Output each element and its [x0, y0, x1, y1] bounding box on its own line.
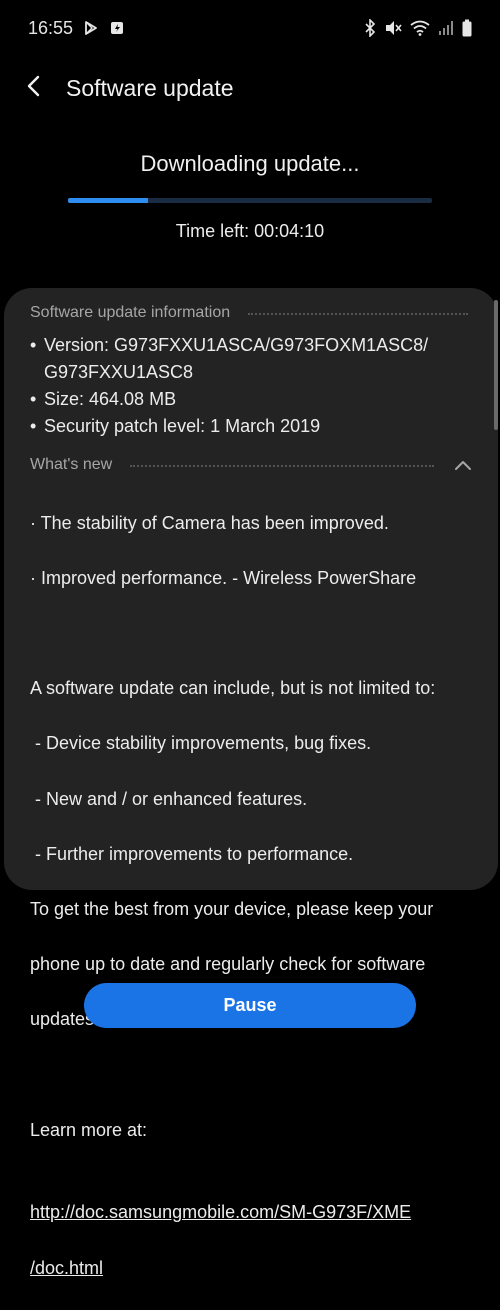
- pause-button[interactable]: Pause: [84, 983, 416, 1028]
- version-item: Version: G973FXXU1ASCA/G973FOXM1ASC8/ G9…: [30, 332, 472, 386]
- download-app-icon: [109, 20, 125, 36]
- whats-new-line: - New and / or enhanced features.: [30, 788, 308, 809]
- play-store-icon: [83, 20, 99, 36]
- learn-more-link-line-2: /doc.html: [30, 1257, 104, 1278]
- info-section-title: Software update information: [30, 304, 231, 321]
- bluetooth-icon: [364, 19, 376, 37]
- signal-icon: [438, 20, 454, 36]
- status-bar: 16:55: [0, 0, 500, 56]
- learn-more-link-line-1: http://doc.samsungmobile.com/SM-G973F/XM…: [30, 1202, 412, 1223]
- info-list: Version: G973FXXU1ASCA/G973FOXM1ASC8/ G9…: [30, 332, 472, 440]
- whats-new-line: - Further improvements to performance.: [30, 843, 354, 864]
- whats-new-line: phone up to date and regularly check for…: [30, 954, 426, 975]
- info-section-header: Software update information: [30, 302, 472, 324]
- battery-icon: [462, 19, 472, 37]
- chevron-up-icon[interactable]: [450, 459, 472, 471]
- security-patch-item: Security patch level: 1 March 2019: [30, 413, 472, 440]
- learn-more-link[interactable]: http://doc.samsungmobile.com/SM-G973F/XM…: [30, 1172, 472, 1282]
- version-line-1: Version: G973FXXU1ASCA/G973FOXM1ASC8/: [44, 335, 429, 355]
- whats-new-title: What's new: [30, 456, 113, 473]
- app-bar: Software update: [0, 56, 500, 120]
- version-line-2: G973FXXU1ASC8: [44, 362, 194, 382]
- download-status-title: Downloading update...: [140, 151, 360, 176]
- size-item: Size: 464.08 MB: [30, 386, 472, 413]
- whats-new-line: · Improved performance. - Wireless Power…: [30, 567, 417, 588]
- download-progress-bar: [68, 198, 432, 203]
- scrollbar[interactable]: [494, 300, 498, 430]
- whats-new-line: A software update can include, but is no…: [30, 678, 436, 699]
- chevron-left-icon: [26, 75, 42, 102]
- section-divider: [130, 465, 434, 467]
- whats-new-header[interactable]: What's new: [30, 454, 472, 476]
- page-title: Software update: [66, 74, 234, 101]
- download-progress-fill: [68, 198, 149, 203]
- wifi-icon: [410, 20, 430, 36]
- update-info-card: Software update information Version: G97…: [4, 288, 498, 1278]
- whats-new-line: · The stability of Camera has been impro…: [30, 512, 389, 533]
- status-time: 16:55: [28, 17, 74, 38]
- learn-more-label: Learn more at:: [30, 1119, 148, 1140]
- section-divider: [248, 313, 468, 315]
- time-left-label: Time left: 00:04:10: [175, 221, 325, 241]
- whats-new-line: - Device stability improvements, bug fix…: [30, 733, 372, 754]
- whats-new-body: · The stability of Camera has been impro…: [30, 482, 472, 1310]
- mute-icon: [384, 19, 402, 37]
- whats-new-line: To get the best from your device, please…: [30, 898, 434, 919]
- back-button[interactable]: [6, 60, 62, 116]
